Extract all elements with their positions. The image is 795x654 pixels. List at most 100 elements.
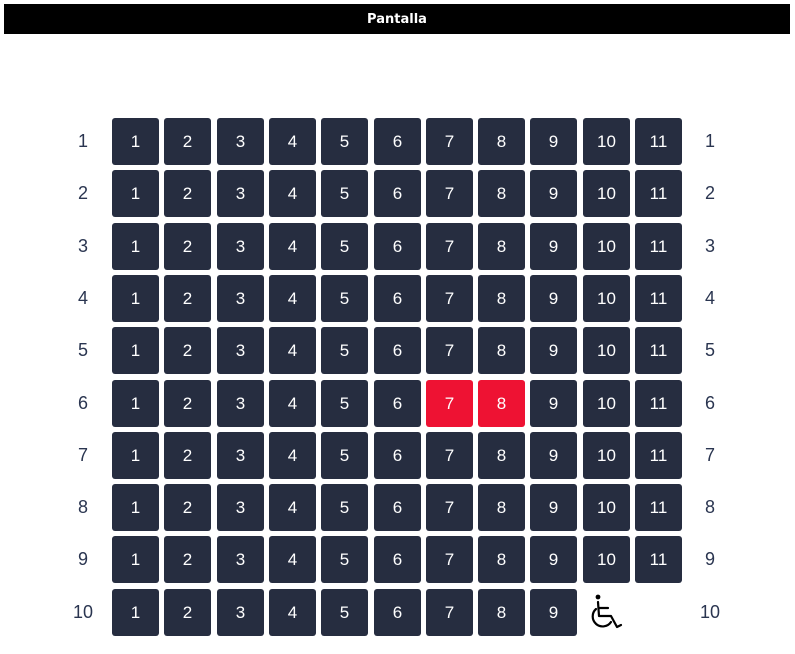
seat-available[interactable]: 6 <box>374 432 421 479</box>
seat-available[interactable]: 6 <box>374 223 421 270</box>
seat-available[interactable]: 4 <box>269 380 316 427</box>
seat-available[interactable]: 4 <box>269 275 316 322</box>
seat-available[interactable]: 3 <box>217 432 264 479</box>
seat-available[interactable]: 4 <box>269 536 316 583</box>
seat-available[interactable]: 4 <box>269 484 316 531</box>
seat-available[interactable]: 7 <box>426 275 473 322</box>
seat-available[interactable]: 1 <box>112 223 159 270</box>
seat-available[interactable]: 11 <box>635 223 682 270</box>
seat-available[interactable]: 1 <box>112 275 159 322</box>
seat-available[interactable]: 4 <box>269 223 316 270</box>
seat-available[interactable]: 3 <box>217 536 264 583</box>
seat-available[interactable]: 5 <box>321 327 368 374</box>
seat-available[interactable]: 8 <box>478 536 525 583</box>
seat-available[interactable]: 10 <box>583 432 630 479</box>
seat-selected[interactable]: 7 <box>426 380 473 427</box>
seat-available[interactable]: 10 <box>583 536 630 583</box>
seat-available[interactable]: 9 <box>530 432 577 479</box>
seat-available[interactable]: 11 <box>635 327 682 374</box>
seat-available[interactable]: 7 <box>426 432 473 479</box>
seat-available[interactable]: 6 <box>374 484 421 531</box>
seat-available[interactable]: 1 <box>112 170 159 217</box>
seat-available[interactable]: 1 <box>112 589 159 636</box>
seat-available[interactable]: 11 <box>635 380 682 427</box>
seat-available[interactable]: 1 <box>112 536 159 583</box>
seat-available[interactable]: 4 <box>269 170 316 217</box>
seat-available[interactable]: 1 <box>112 432 159 479</box>
seat-available[interactable]: 8 <box>478 118 525 165</box>
seat-available[interactable]: 5 <box>321 223 368 270</box>
seat-available[interactable]: 11 <box>635 275 682 322</box>
seat-available[interactable]: 11 <box>635 484 682 531</box>
seat-available[interactable]: 11 <box>635 432 682 479</box>
seat-available[interactable]: 1 <box>112 380 159 427</box>
seat-available[interactable]: 6 <box>374 536 421 583</box>
seat-available[interactable]: 2 <box>164 275 211 322</box>
seat-available[interactable]: 7 <box>426 589 473 636</box>
seat-available[interactable]: 10 <box>583 275 630 322</box>
seat-available[interactable]: 2 <box>164 223 211 270</box>
seat-available[interactable]: 4 <box>269 327 316 374</box>
seat-available[interactable]: 5 <box>321 536 368 583</box>
seat-available[interactable]: 9 <box>530 170 577 217</box>
seat-available[interactable]: 10 <box>583 484 630 531</box>
seat-available[interactable]: 10 <box>583 223 630 270</box>
seat-available[interactable]: 8 <box>478 170 525 217</box>
seat-available[interactable]: 6 <box>374 327 421 374</box>
seat-available[interactable]: 7 <box>426 118 473 165</box>
seat-available[interactable]: 2 <box>164 484 211 531</box>
seat-available[interactable]: 6 <box>374 589 421 636</box>
seat-available[interactable]: 5 <box>321 380 368 427</box>
seat-available[interactable]: 4 <box>269 589 316 636</box>
seat-available[interactable]: 1 <box>112 484 159 531</box>
seat-available[interactable]: 9 <box>530 223 577 270</box>
seat-available[interactable]: 2 <box>164 380 211 427</box>
seat-available[interactable]: 5 <box>321 589 368 636</box>
seat-available[interactable]: 2 <box>164 118 211 165</box>
seat-available[interactable]: 3 <box>217 380 264 427</box>
seat-available[interactable]: 9 <box>530 536 577 583</box>
seat-available[interactable]: 8 <box>478 484 525 531</box>
seat-available[interactable]: 1 <box>112 118 159 165</box>
seat-available[interactable]: 9 <box>530 380 577 427</box>
seat-available[interactable]: 2 <box>164 327 211 374</box>
seat-available[interactable]: 9 <box>530 484 577 531</box>
seat-available[interactable]: 9 <box>530 327 577 374</box>
seat-available[interactable]: 6 <box>374 118 421 165</box>
seat-available[interactable]: 8 <box>478 223 525 270</box>
seat-available[interactable]: 7 <box>426 170 473 217</box>
seat-available[interactable]: 7 <box>426 536 473 583</box>
seat-available[interactable]: 2 <box>164 170 211 217</box>
seat-available[interactable]: 3 <box>217 589 264 636</box>
seat-available[interactable]: 3 <box>217 275 264 322</box>
seat-available[interactable]: 8 <box>478 589 525 636</box>
seat-available[interactable]: 5 <box>321 432 368 479</box>
seat-available[interactable]: 9 <box>530 589 577 636</box>
seat-available[interactable]: 2 <box>164 536 211 583</box>
seat-available[interactable]: 2 <box>164 589 211 636</box>
seat-available[interactable]: 11 <box>635 536 682 583</box>
seat-available[interactable]: 1 <box>112 327 159 374</box>
seat-available[interactable]: 4 <box>269 118 316 165</box>
seat-available[interactable]: 10 <box>583 327 630 374</box>
seat-available[interactable]: 11 <box>635 118 682 165</box>
seat-available[interactable]: 7 <box>426 223 473 270</box>
seat-available[interactable]: 6 <box>374 275 421 322</box>
seat-available[interactable]: 3 <box>217 170 264 217</box>
seat-available[interactable]: 8 <box>478 327 525 374</box>
seat-available[interactable]: 10 <box>583 118 630 165</box>
seat-available[interactable]: 9 <box>530 275 577 322</box>
wheelchair-space[interactable] <box>583 589 630 636</box>
seat-available[interactable]: 5 <box>321 118 368 165</box>
seat-available[interactable]: 3 <box>217 118 264 165</box>
seat-available[interactable]: 9 <box>530 118 577 165</box>
seat-available[interactable]: 3 <box>217 484 264 531</box>
seat-available[interactable]: 7 <box>426 484 473 531</box>
seat-available[interactable]: 5 <box>321 170 368 217</box>
seat-available[interactable]: 5 <box>321 484 368 531</box>
seat-available[interactable]: 8 <box>478 275 525 322</box>
seat-selected[interactable]: 8 <box>478 380 525 427</box>
seat-available[interactable]: 10 <box>583 380 630 427</box>
seat-available[interactable]: 6 <box>374 380 421 427</box>
seat-available[interactable]: 3 <box>217 223 264 270</box>
